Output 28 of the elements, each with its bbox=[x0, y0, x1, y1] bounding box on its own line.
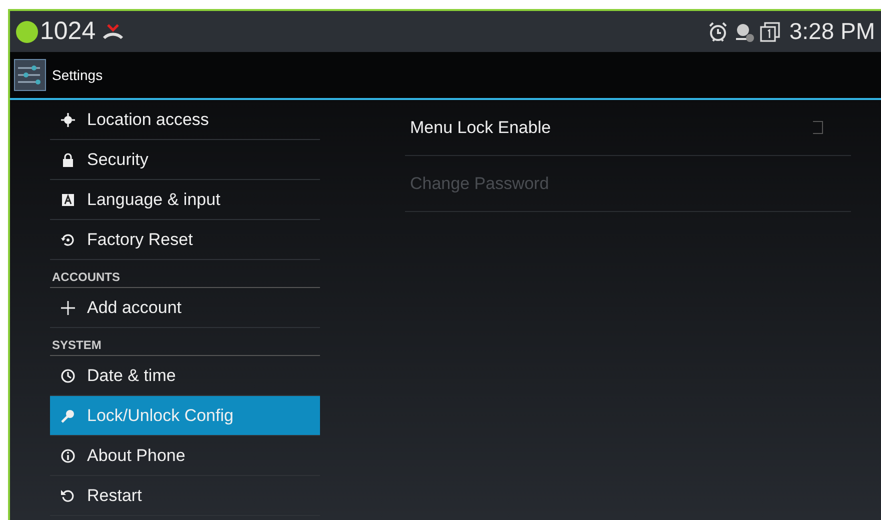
sliders-icon[interactable] bbox=[14, 59, 46, 91]
lock-icon bbox=[60, 152, 76, 168]
reset-icon bbox=[60, 232, 76, 248]
sidebar-item[interactable]: Restart bbox=[50, 476, 320, 516]
section-header: ACCOUNTS bbox=[50, 260, 320, 288]
alarm-clock-icon bbox=[707, 20, 730, 42]
sidebar-item[interactable]: Security bbox=[50, 140, 320, 180]
extension-number: 1024 bbox=[40, 17, 96, 46]
sidebar-item[interactable]: Location access bbox=[50, 100, 320, 140]
sidebar-item[interactable]: Add account bbox=[50, 288, 320, 328]
calendar-icon bbox=[759, 20, 782, 42]
restart-icon bbox=[60, 488, 76, 504]
setting-label: Menu Lock Enable bbox=[410, 118, 552, 138]
setting-label: Change Password bbox=[410, 174, 550, 194]
sidebar-item[interactable]: Factory Reset bbox=[50, 220, 320, 260]
section-header: SYSTEM bbox=[50, 328, 320, 356]
checkbox[interactable] bbox=[813, 121, 823, 134]
clock-icon bbox=[60, 368, 76, 384]
clock-time: 3:28 PM bbox=[789, 18, 875, 45]
info-icon bbox=[60, 448, 76, 464]
setting-row[interactable]: Menu Lock Enable bbox=[405, 100, 851, 156]
letter-a-icon bbox=[60, 192, 76, 208]
crosshair-icon bbox=[60, 112, 76, 128]
sidebar-item[interactable]: About Phone bbox=[50, 436, 320, 476]
sidebar-item[interactable]: Language & input bbox=[50, 180, 320, 220]
screen-title: Settings bbox=[52, 67, 103, 83]
plus-icon bbox=[60, 300, 76, 316]
key-icon bbox=[60, 408, 76, 424]
